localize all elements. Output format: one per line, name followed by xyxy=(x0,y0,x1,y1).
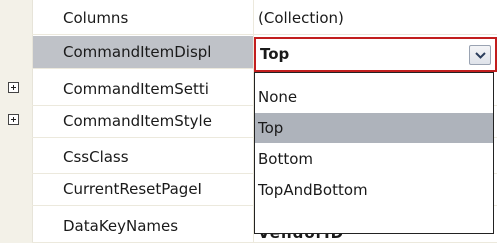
option-topandbottom[interactable]: TopAndBottom xyxy=(255,175,493,205)
property-name: CssClass xyxy=(63,148,129,166)
expand-icon[interactable] xyxy=(8,114,19,125)
dropdown-button[interactable] xyxy=(469,45,491,65)
property-row-columns[interactable]: Columns (Collection) xyxy=(0,2,497,35)
property-value[interactable]: (Collection) xyxy=(258,2,344,34)
dropdown-list[interactable]: None Top Bottom TopAndBottom xyxy=(254,72,494,234)
chevron-down-icon xyxy=(475,52,486,59)
property-name: CommandItemSetti xyxy=(63,80,209,98)
combo-selected-value: Top xyxy=(260,45,290,63)
option-bottom[interactable]: Bottom xyxy=(255,144,493,174)
dropdown-list-box: None Top Bottom TopAndBottom xyxy=(254,72,494,234)
property-name: DataKeyNames xyxy=(63,217,179,235)
expand-icon[interactable] xyxy=(8,82,19,93)
property-name: CurrentResetPageI xyxy=(63,180,202,198)
option-top[interactable]: Top xyxy=(255,113,493,143)
property-name: CommandItemDispl xyxy=(33,36,253,68)
commanditemdisplay-combo[interactable]: Top xyxy=(254,37,497,72)
option-none[interactable]: None xyxy=(255,82,493,112)
property-name: Columns xyxy=(63,9,129,27)
property-name: CommandItemStyle xyxy=(63,112,212,130)
